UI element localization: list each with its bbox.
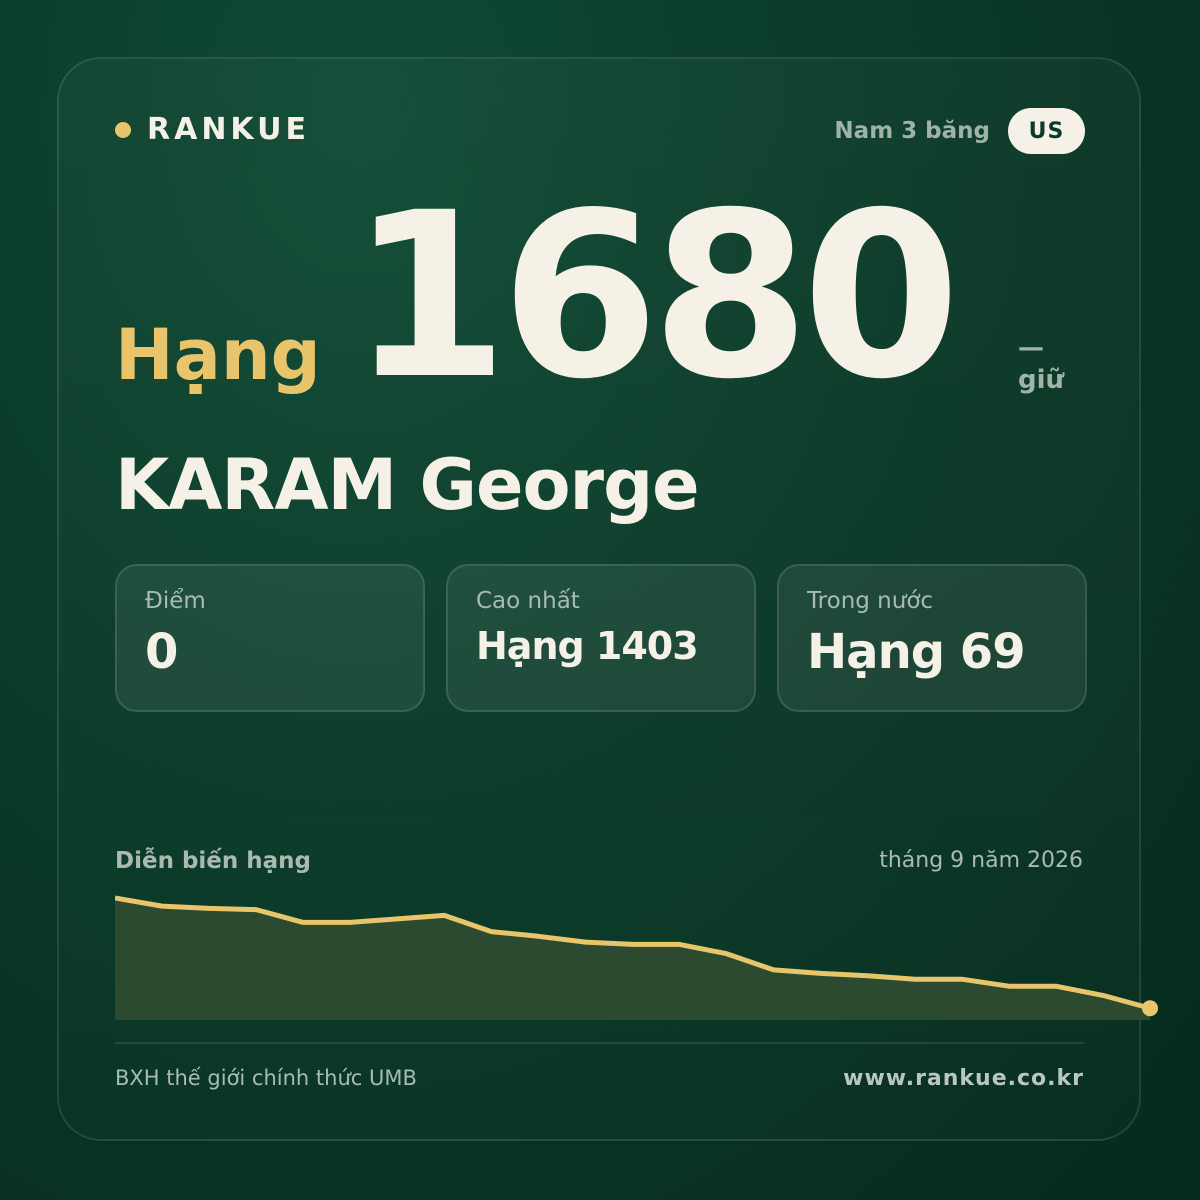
rank-number: 1680: [350, 163, 961, 429]
player-name: KARAM George: [115, 444, 700, 526]
chart-title: Diễn biến hạng: [115, 848, 312, 874]
footer-url[interactable]: www.rankue.co.kr: [843, 1066, 1084, 1091]
brand-dot-icon: [115, 121, 131, 138]
stat-label: Trong nước: [807, 588, 934, 614]
stat-label: Cao nhất: [476, 588, 580, 614]
stat-card-points: Điểm 0: [115, 564, 425, 712]
stat-value: Hạng 1403: [476, 624, 699, 668]
footer-source: BXH thế giới chính thức UMB: [115, 1066, 417, 1090]
rank-label: Hạng: [115, 314, 321, 396]
stat-value: Hạng 69: [807, 624, 1026, 680]
brand: RANKUE: [115, 112, 310, 147]
stat-value: 0: [145, 624, 179, 680]
country-badge: US: [1008, 108, 1085, 154]
stats-row: Điểm 0 Cao nhất Hạng 1403 Trong nước Hạn…: [115, 564, 1087, 712]
footer-divider: [115, 1042, 1084, 1044]
header-meta: Nam 3 băng US: [834, 108, 1085, 154]
rank-change-text: giữ: [1018, 365, 1065, 395]
stat-card-best: Cao nhất Hạng 1403: [446, 564, 756, 712]
chart-date: tháng 9 năm 2026: [879, 848, 1083, 873]
brand-name: RANKUE: [147, 112, 310, 147]
chart-area: [115, 898, 1150, 1020]
rank-trend-chart: [115, 895, 1158, 1020]
stat-label: Điểm: [145, 588, 206, 614]
chart-end-point: [1142, 1000, 1158, 1017]
rank-change-dash-icon: —: [1018, 333, 1044, 363]
stat-card-national: Trong nước Hạng 69: [777, 564, 1087, 712]
category-label: Nam 3 băng: [834, 118, 990, 144]
rank-change: — giữ: [1018, 335, 1078, 395]
